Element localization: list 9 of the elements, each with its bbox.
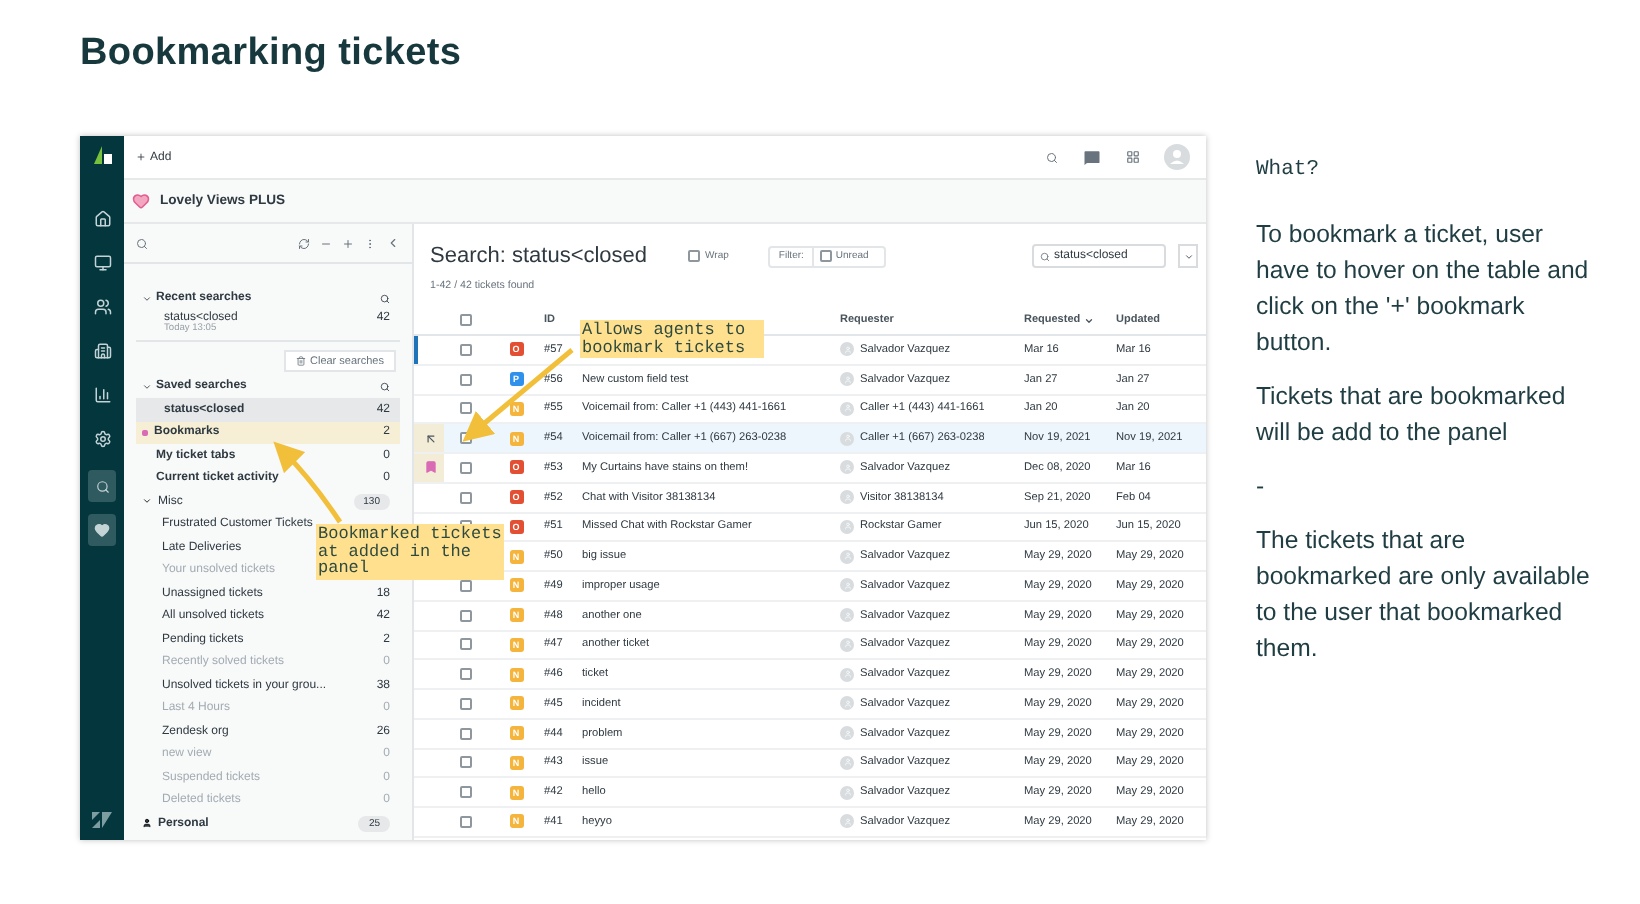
annotation-tooltip: Bookmarked tickets at added in the panel (316, 524, 504, 579)
slide-title: Bookmarking tickets (80, 32, 464, 78)
search-title: Search: status<closed (430, 244, 648, 268)
notes-heading: What? (1256, 156, 1322, 186)
note-paragraph: - (1256, 470, 1267, 504)
note-paragraph: To bookmark a ticket, user have to hover on the table and click on the '+' bookmark button. (1256, 218, 1591, 360)
annotation-tooltip: Allows agents to bookmark tickets (580, 320, 764, 358)
note-paragraph: Tickets that are bookmarked will be add to the panel (1256, 380, 1568, 450)
note-paragraph: The tickets that are bookmarked are only available to the user that bookmarked them. (1256, 524, 1592, 666)
